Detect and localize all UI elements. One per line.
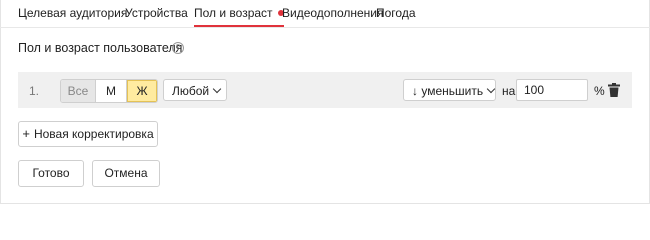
adjust-direction-select[interactable]: ↓ уменьшить [403, 79, 496, 101]
gender-female-button[interactable]: Ж [127, 80, 157, 102]
tab-video-extensions[interactable]: Видеодополнения [282, 6, 384, 20]
chevron-down-icon [212, 84, 222, 94]
tab-bar: Целевая аудитория Устройства Пол и возра… [0, 0, 650, 28]
tab-gender-age[interactable]: Пол и возраст [194, 6, 284, 27]
adjust-direction-value: ↓ уменьшить [412, 84, 484, 98]
adjustment-row: 1. Все М Ж Любой ↓ уменьшить на % [18, 72, 632, 108]
age-select-value: Любой [172, 84, 210, 98]
gender-segmented-control: Все М Ж [60, 79, 158, 103]
row-number: 1. [29, 84, 40, 98]
tab-gender-age-label: Пол и возраст [194, 6, 273, 20]
percent-label: % [594, 84, 605, 98]
amount-prefix-label: на [502, 84, 516, 98]
cancel-button[interactable]: Отмена [92, 160, 160, 187]
section-title: Пол и возраст пользователя [18, 41, 183, 55]
amount-input[interactable] [516, 79, 588, 101]
age-select[interactable]: Любой [163, 79, 227, 101]
add-adjustment-label: Новая корректировка [33, 127, 154, 141]
chevron-down-icon [486, 84, 496, 94]
tab-devices[interactable]: Устройства [125, 6, 188, 20]
gender-all-button[interactable]: Все [61, 80, 96, 102]
tab-weather[interactable]: Погода [376, 6, 416, 20]
help-icon[interactable]: ? [172, 42, 184, 54]
add-adjustment-button[interactable]: + Новая корректировка [18, 121, 158, 147]
done-button[interactable]: Готово [18, 160, 84, 187]
trash-icon[interactable] [608, 83, 620, 97]
plus-icon: + [22, 126, 30, 141]
tab-target-audience[interactable]: Целевая аудитория [18, 6, 127, 20]
gender-male-button[interactable]: М [96, 80, 127, 102]
